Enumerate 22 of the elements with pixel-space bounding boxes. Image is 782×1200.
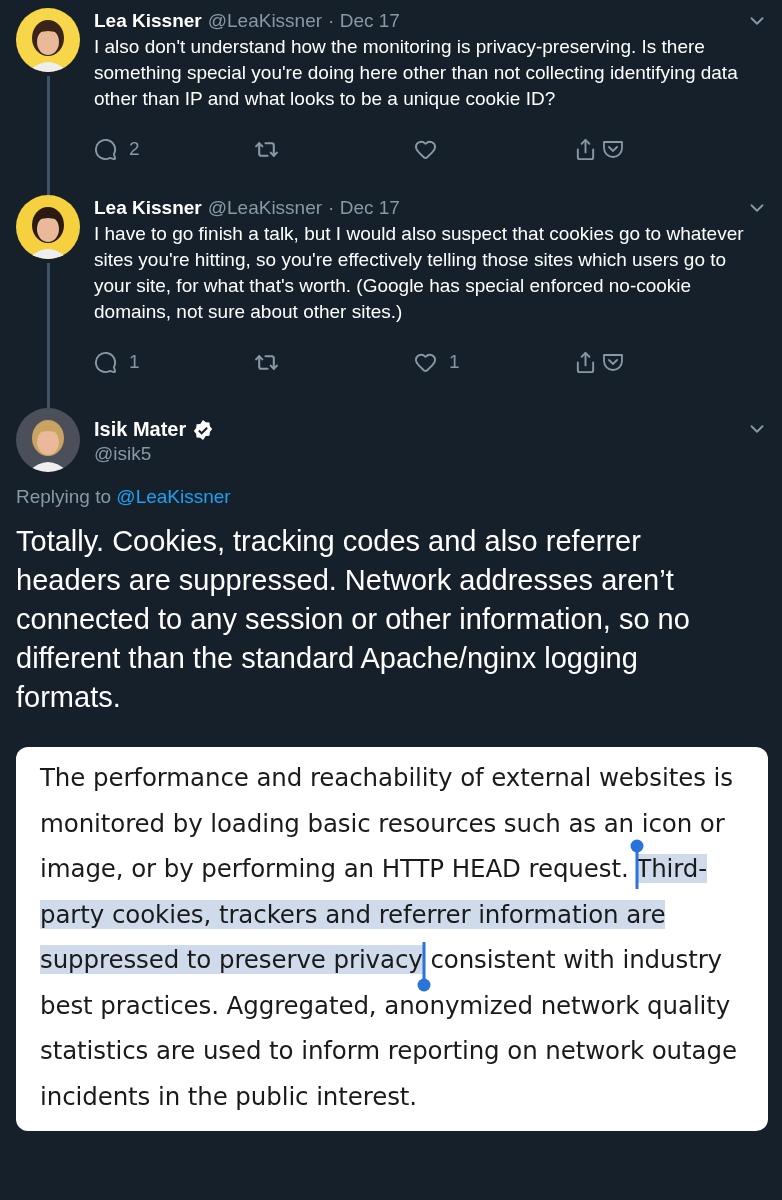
attached-screenshot[interactable] <box>16 747 768 1131</box>
reply-icon[interactable] <box>94 350 117 374</box>
author-name[interactable]: Lea Kissner <box>94 10 202 32</box>
replying-to-text: Replying to @LeaKissner <box>15 485 232 508</box>
author-name[interactable]: Lea Kissner <box>94 197 202 219</box>
author-handle[interactable]: @LeaKissner <box>207 197 323 219</box>
reply-count: 2 <box>129 138 140 160</box>
share-icon[interactable] <box>574 350 597 374</box>
author-handle[interactable]: @isik5 <box>94 443 215 465</box>
reply-icon[interactable] <box>94 137 117 161</box>
author-handle[interactable]: @LeaKissner <box>207 10 323 32</box>
tweet-date: · Dec 17 <box>328 197 400 219</box>
like-count: 1 <box>449 351 460 373</box>
tweet-text: I have to go finish a talk, but I would also suspect that cookies go to whatever sites you're hitting, so you're effectively telling those sites which users go to your site, for what that's worth. (Google has special enforced no-cookie domains, not sure about other sites.) <box>94 222 745 324</box>
author-name[interactable]: Isik Mater <box>94 418 187 441</box>
mention-link[interactable]: @LeaKissner <box>116 486 231 507</box>
tweet-text: Totally. Cookies, tracking codes and also referrer headers are suppressed. Network addresses aren’t connected to any session or other information, so no different than the standard Apache/nginx logging formats. <box>15 524 691 715</box>
tweet-text: I also don't understand how the monitoring is privacy-preserving. Is there something special you're doing here other than not collecting identifying data other than IP and what looks to be a unique cookie ID? <box>94 35 739 111</box>
screenshot-text: The performance and reachability of external websites is monitored by loading basic resources such as an icon or image, or by performing an HTTP HEAD request. Third-party cookies, trackers and referrer information are suppressed to preserve privacy consistent with industry best practices. Aggregated, anonymized network quality statistics are used to inform reporting on network outage incidents in the public interest. <box>40 762 738 1113</box>
tweet-date: · Dec 17 <box>328 10 400 32</box>
reply-count: 1 <box>129 351 140 373</box>
share-icon[interactable] <box>574 137 597 161</box>
